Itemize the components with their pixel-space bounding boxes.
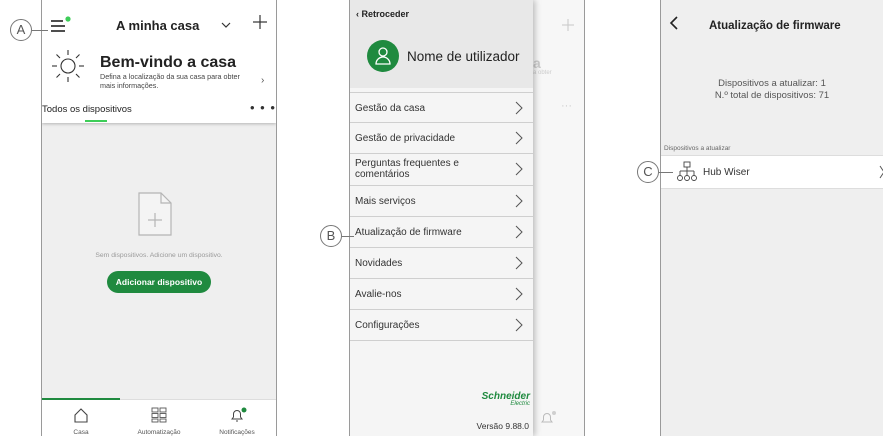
device-row-hub-wiser[interactable]: Hub Wiser — [661, 155, 883, 189]
nav-label: Automatização — [137, 429, 181, 436]
nav-item-home[interactable]: Casa — [42, 400, 120, 436]
home-icon — [74, 408, 88, 423]
bell-icon — [541, 411, 556, 423]
background-subtext: a obter — [533, 70, 552, 76]
add-icon[interactable] — [252, 14, 268, 30]
menu-item-label: Perguntas frequentes e comentários — [355, 158, 459, 180]
menu-item-label: Novidades — [355, 258, 403, 269]
nav-item-automation[interactable]: Automatização — [120, 400, 198, 436]
empty-message: Sem dispositivos. Adicione um dispositiv… — [95, 252, 223, 259]
callout-a-line — [32, 30, 48, 31]
menu-item-label: Avalie-nos — [355, 289, 402, 300]
chevron-right-icon[interactable]: › — [261, 75, 264, 86]
avatar[interactable] — [367, 40, 399, 72]
callout-a: A — [10, 19, 32, 41]
chevron-right-icon — [515, 162, 523, 176]
menu-item-label: Gestão de privacidade — [355, 133, 456, 144]
chevron-right-icon — [515, 225, 523, 239]
chevron-left-icon[interactable] — [669, 16, 679, 30]
side-drawer: ‹ Retroceder Nome de utilizador Gestão d… — [350, 0, 533, 436]
nav-label: Casa — [73, 429, 89, 436]
home-header: A minha casa Bem-vindo a casa Defina a l… — [42, 0, 276, 123]
callout-b: B — [320, 225, 342, 247]
page-title: Atualização de firmware — [709, 20, 841, 32]
more-icon: ··· — [561, 100, 572, 112]
tab-underline — [85, 120, 107, 122]
hub-icon — [677, 161, 697, 181]
device-name: Hub Wiser — [703, 167, 750, 178]
hamburger-icon — [51, 16, 71, 32]
add-icon — [562, 19, 574, 31]
nav-label: Notificações — [219, 429, 255, 436]
chevron-right-icon — [515, 194, 523, 208]
nav-item-notifications[interactable]: Notificações — [198, 400, 276, 436]
menu-item-settings[interactable]: Configurações — [350, 310, 533, 341]
chevron-right-icon — [515, 101, 523, 115]
bottom-nav: Casa Automatização Notificações — [42, 398, 276, 436]
firmware-screen: Atualização de firmware Dispositivos a a… — [660, 0, 883, 436]
menu-item-firmware-update[interactable]: Atualização de firmware — [350, 217, 533, 248]
more-icon[interactable]: • • • — [250, 100, 276, 115]
devices-to-update: Dispositivos a atualizar: 1 — [718, 78, 826, 89]
chevron-left-icon: ‹ — [356, 9, 359, 19]
home-title[interactable]: A minha casa — [116, 18, 199, 33]
back-label: Retroceder — [361, 9, 410, 19]
menu-item-home-management[interactable]: Gestão da casa — [350, 92, 533, 123]
welcome-subtitle[interactable]: Defina a localização da sua casa para ob… — [100, 72, 250, 90]
menu-item-privacy[interactable]: Gestão de privacidade — [350, 123, 533, 154]
back-button[interactable]: ‹ Retroceder — [356, 9, 409, 19]
menu-item-label: Configurações — [355, 320, 420, 331]
schneider-logo: Schneider Electric — [470, 391, 530, 407]
drawer-header: ‹ Retroceder Nome de utilizador — [350, 0, 533, 88]
chevron-right-icon — [515, 287, 523, 301]
home-screen: A minha casa Bem-vindo a casa Defina a l… — [41, 0, 277, 436]
menu-item-label: Mais serviços — [355, 196, 416, 207]
menu-item-rate-us[interactable]: Avalie-nos — [350, 279, 533, 310]
username[interactable]: Nome de utilizador — [407, 49, 520, 64]
chevron-down-icon[interactable] — [221, 21, 231, 29]
chevron-right-icon — [515, 318, 523, 332]
sun-icon — [52, 50, 84, 82]
menu-item-label: Gestão da casa — [355, 103, 426, 114]
tab-all-devices[interactable]: Todos os dispositivos — [42, 104, 132, 115]
total-devices: N.º total de dispositivos: 71 — [714, 90, 830, 101]
callout-c-line — [659, 172, 673, 173]
grid-icon — [151, 407, 167, 423]
firmware-stats: Dispositivos a atualizar: 1 N.º total de… — [661, 78, 883, 102]
menu-item-news[interactable]: Novidades — [350, 248, 533, 279]
menu-item-faq[interactable]: Perguntas frequentes e comentários — [350, 154, 533, 186]
firmware-header: Atualização de firmware — [661, 0, 883, 52]
version-label: Versão 9.88.0 — [476, 421, 529, 431]
chevron-right-icon — [879, 165, 883, 179]
callout-b-line — [342, 236, 354, 237]
menu-button[interactable] — [50, 16, 72, 34]
menu-list: Gestão da casa Gestão de privacidade Per… — [350, 92, 533, 341]
bell-icon — [231, 407, 247, 422]
add-device-button[interactable]: Adicionar dispositivo — [107, 271, 211, 293]
empty-file-icon — [138, 192, 172, 236]
section-label: Dispositivos a atualizar — [664, 145, 731, 152]
background-screen: a a obter ··· — [533, 0, 584, 436]
background-text: a — [533, 55, 541, 71]
callout-c: C — [637, 161, 659, 183]
user-icon — [375, 47, 391, 65]
menu-screen: a a obter ··· ‹ Retroceder Nome de utili… — [349, 0, 585, 436]
menu-item-label: Atualização de firmware — [355, 227, 462, 238]
chevron-right-icon — [515, 131, 523, 145]
menu-item-more-services[interactable]: Mais serviços — [350, 186, 533, 217]
chevron-right-icon — [515, 256, 523, 270]
welcome-title: Bem-vindo a casa — [100, 54, 237, 71]
